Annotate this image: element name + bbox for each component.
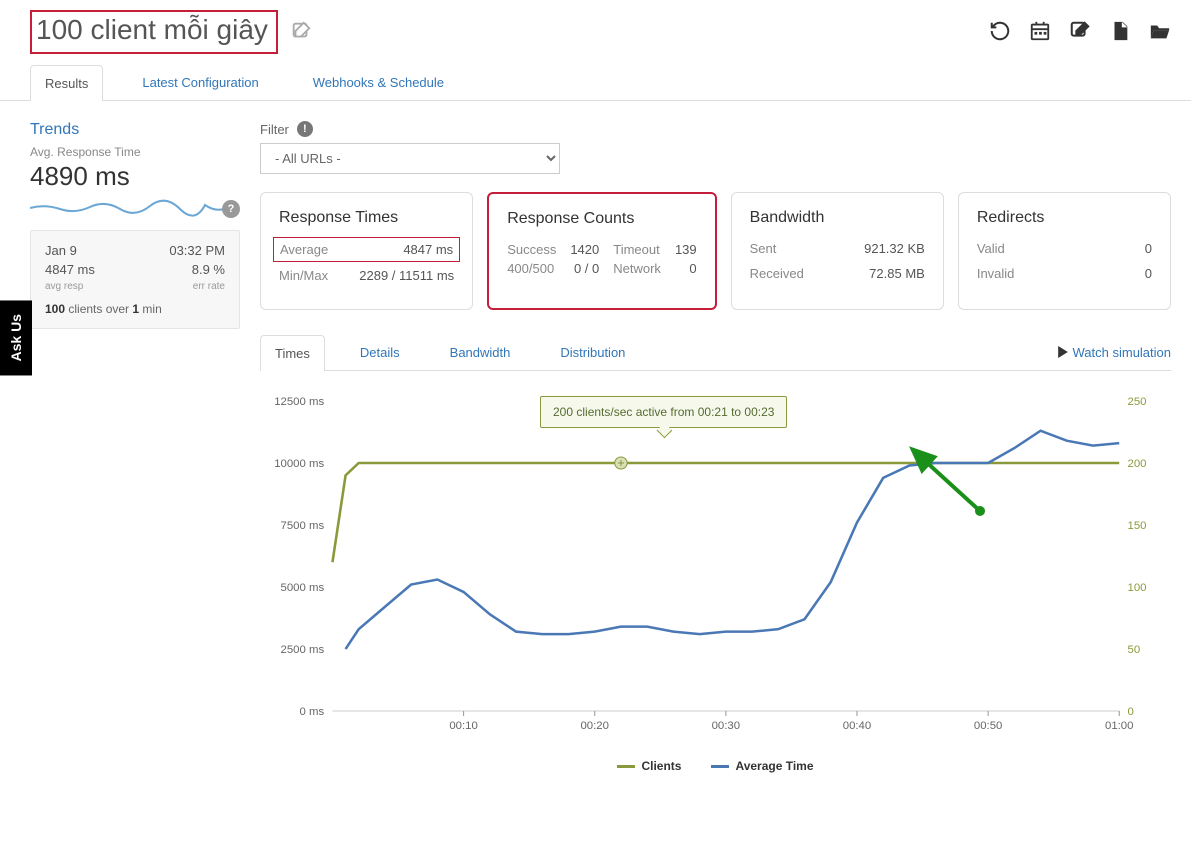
card-title: Redirects bbox=[977, 209, 1152, 227]
tab-details[interactable]: Details bbox=[345, 334, 415, 370]
tab-webhooks-schedule[interactable]: Webhooks & Schedule bbox=[298, 64, 459, 100]
tab-bandwidth[interactable]: Bandwidth bbox=[435, 334, 526, 370]
chart-container: 0 ms 2500 ms 5000 ms 7500 ms 10000 ms 12500 m… bbox=[260, 371, 1171, 751]
filter-url-select[interactable]: - All URLs - bbox=[260, 143, 560, 174]
svg-text:10000 ms: 10000 ms bbox=[274, 458, 324, 470]
card-redirects: Redirects Valid0 Invalid0 bbox=[958, 192, 1171, 310]
trends-subtitle: Avg. Response Time bbox=[30, 145, 240, 159]
card-response-counts: Response Counts Success1420 Timeout139 4… bbox=[487, 192, 716, 310]
trends-heading[interactable]: Trends bbox=[30, 121, 240, 139]
tab-times[interactable]: Times bbox=[260, 335, 325, 371]
toolbar bbox=[989, 20, 1171, 45]
svg-text:00:20: 00:20 bbox=[580, 720, 608, 732]
svg-text:0: 0 bbox=[1128, 706, 1134, 718]
row-sent: Sent921.32 KB bbox=[750, 241, 925, 256]
calendar-icon[interactable] bbox=[1029, 20, 1051, 45]
run-summary-card[interactable]: Jan 9 03:32 PM 4847 ms 8.9 % avg resp err r… bbox=[30, 230, 240, 329]
run-date: Jan 9 bbox=[45, 243, 77, 258]
page-title: 100 client mỗi giây bbox=[36, 14, 268, 45]
tab-distribution[interactable]: Distribution bbox=[545, 334, 640, 370]
svg-text:00:30: 00:30 bbox=[712, 720, 740, 732]
chart-tabs: Times Details Bandwidth Distribution Wat… bbox=[260, 334, 1171, 371]
card-bandwidth: Bandwidth Sent921.32 KB Received72.85 MB bbox=[731, 192, 944, 310]
chart-legend: Clients Average Time bbox=[260, 759, 1171, 773]
svg-text:0 ms: 0 ms bbox=[300, 706, 325, 718]
svg-text:200: 200 bbox=[1128, 458, 1147, 470]
svg-text:100: 100 bbox=[1128, 582, 1147, 594]
svg-text:00:10: 00:10 bbox=[449, 720, 477, 732]
ask-us-tab[interactable]: Ask Us bbox=[0, 300, 32, 375]
run-resp-label: avg resp bbox=[45, 281, 83, 292]
page-title-box: 100 client mỗi giây bbox=[30, 10, 278, 54]
response-time-chart[interactable]: 0 ms 2500 ms 5000 ms 7500 ms 10000 ms 12500 m… bbox=[260, 391, 1171, 751]
row-received: Received72.85 MB bbox=[750, 266, 925, 281]
svg-text:5000 ms: 5000 ms bbox=[281, 582, 325, 594]
run-resp: 4847 ms bbox=[45, 262, 95, 277]
edit-title-icon[interactable] bbox=[290, 20, 312, 45]
document-icon[interactable] bbox=[1109, 20, 1131, 45]
main-tabs: Results Latest Configuration Webhooks & … bbox=[0, 64, 1191, 101]
svg-text:150: 150 bbox=[1128, 520, 1147, 532]
row-minmax: Min/Max2289 / 11511 ms bbox=[279, 268, 454, 283]
refresh-icon[interactable] bbox=[989, 20, 1011, 45]
card-title: Response Times bbox=[279, 209, 454, 227]
row-invalid: Invalid0 bbox=[977, 266, 1152, 281]
card-title: Bandwidth bbox=[750, 209, 925, 227]
legend-clients: Clients bbox=[617, 759, 681, 773]
svg-text:00:40: 00:40 bbox=[843, 720, 871, 732]
row-valid: Valid0 bbox=[977, 241, 1152, 256]
svg-text:2500 ms: 2500 ms bbox=[281, 644, 325, 656]
legend-avg: Average Time bbox=[711, 759, 813, 773]
watch-simulation-link[interactable]: Watch simulation bbox=[1057, 335, 1172, 370]
filter-info-icon[interactable]: ! bbox=[297, 121, 313, 137]
run-clients-line: 100 clients over 1 min bbox=[45, 302, 225, 316]
play-icon bbox=[1057, 346, 1069, 358]
filter-label: Filter bbox=[260, 122, 289, 137]
tab-latest-configuration[interactable]: Latest Configuration bbox=[127, 64, 273, 100]
svg-text:7500 ms: 7500 ms bbox=[281, 520, 325, 532]
svg-text:01:00: 01:00 bbox=[1105, 720, 1133, 732]
run-time: 03:32 PM bbox=[169, 243, 225, 258]
row-average: Average4847 ms bbox=[273, 237, 460, 262]
svg-text:50: 50 bbox=[1128, 644, 1141, 656]
trends-value: 4890 ms bbox=[30, 161, 240, 192]
chart-tooltip: 200 clients/sec active from 00:21 to 00:… bbox=[540, 396, 787, 428]
trends-sparkline: ? bbox=[30, 196, 240, 222]
compose-icon[interactable] bbox=[1069, 20, 1091, 45]
svg-text:250: 250 bbox=[1128, 396, 1147, 408]
tab-results[interactable]: Results bbox=[30, 65, 103, 101]
card-response-times: Response Times Average4847 ms Min/Max228… bbox=[260, 192, 473, 310]
run-err: 8.9 % bbox=[192, 262, 225, 277]
folder-open-icon[interactable] bbox=[1149, 20, 1171, 45]
run-err-label: err rate bbox=[193, 281, 225, 292]
help-icon[interactable]: ? bbox=[222, 200, 240, 218]
card-title: Response Counts bbox=[507, 210, 696, 228]
svg-text:12500 ms: 12500 ms bbox=[274, 396, 324, 408]
svg-text:00:50: 00:50 bbox=[974, 720, 1002, 732]
